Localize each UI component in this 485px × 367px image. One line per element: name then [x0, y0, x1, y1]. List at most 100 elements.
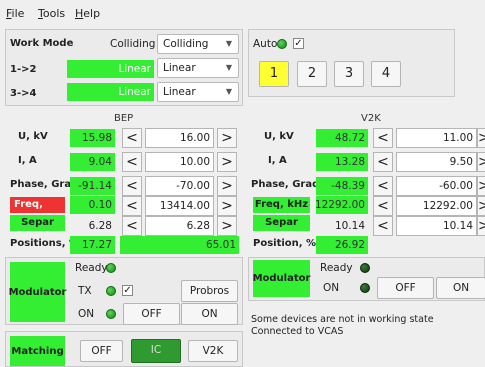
menu-bar: File Tools Help [0, 0, 485, 26]
status-line-1: Some devices are not in working state [251, 314, 434, 325]
v2k-modulator-label: Modulator [253, 260, 310, 297]
v2k-phase-value: -48.39 [316, 177, 368, 195]
v2k-separ-setpoint[interactable]: 10.14 [396, 216, 477, 236]
v2k-u-dec-button[interactable]: < [373, 128, 393, 148]
row1-combo[interactable]: Linear ▼ [157, 58, 239, 78]
bep-on-button[interactable]: ON [181, 303, 238, 325]
v2k-off-button[interactable]: OFF [377, 277, 434, 299]
bep-freq-inc-button[interactable]: > [217, 196, 237, 216]
work-mode-combo[interactable]: Colliding ▼ [157, 34, 239, 54]
bep-on-label: ON [78, 308, 95, 320]
v2k-phase-setpoint[interactable]: -60.00 [396, 176, 477, 196]
v2k-separ-label: Separ [253, 215, 310, 231]
bep-on-led-icon [106, 309, 116, 319]
v2k-u-value: 48.72 [316, 129, 368, 147]
bep-phase-inc-button[interactable]: > [217, 176, 237, 196]
auto-led-icon [277, 39, 287, 49]
bep-freq-dec-button[interactable]: < [122, 196, 142, 216]
bep-separ-inc-button[interactable]: > [217, 216, 237, 236]
row2-combo[interactable]: Linear ▼ [157, 82, 239, 102]
bep-modulator-label: Modulator [9, 262, 66, 322]
v2k-ready-label: Ready [320, 262, 353, 274]
auto-checkbox[interactable]: ✓ [293, 38, 304, 49]
matching-off-button[interactable]: OFF [80, 340, 123, 362]
bep-positions-bar: 65.01 [120, 236, 239, 254]
v2k-i-dec-button[interactable]: < [373, 152, 393, 172]
auto-button-3[interactable]: 3 [334, 61, 364, 87]
bep-freq-setpoint[interactable]: 13414.00 [145, 196, 214, 216]
v2k-phase-inc-button[interactable]: > [477, 176, 485, 196]
matching-ic-button[interactable]: IC [131, 339, 181, 363]
bep-ready-led-icon [106, 263, 116, 273]
bep-phase-value: -91.14 [70, 177, 115, 195]
v2k-freq-value: 12292.00 [315, 196, 368, 214]
bep-positions-label: Positions, % [10, 238, 80, 249]
v2k-u-setpoint[interactable]: 11.00 [396, 128, 477, 148]
menu-tools[interactable]: Tools [38, 7, 65, 20]
v2k-freq-label: Freq, kHz [253, 197, 310, 213]
bep-u-dec-button[interactable]: < [122, 128, 142, 148]
chevron-down-icon: ▼ [225, 63, 232, 72]
work-mode-label: Work Mode [10, 38, 74, 49]
v2k-i-setpoint[interactable]: 9.50 [396, 152, 477, 172]
chevron-down-icon: ▼ [225, 87, 232, 96]
probros-button[interactable]: Probros [181, 280, 238, 302]
bep-phase-label: Phase, Grad [10, 179, 79, 190]
bep-u-value: 15.98 [70, 129, 115, 147]
bep-i-setpoint[interactable]: 10.00 [145, 152, 214, 172]
v2k-position-label: Position, % [253, 238, 317, 249]
row1-label: 1->2 [10, 64, 37, 75]
v2k-separ-dec-button[interactable]: < [373, 216, 393, 236]
bep-tx-checkbox[interactable]: ✓ [122, 285, 133, 296]
v2k-separ-value: 10.14 [334, 220, 365, 232]
auto-button-4[interactable]: 4 [371, 61, 401, 87]
bep-ready-label: Ready [75, 262, 108, 274]
v2k-phase-dec-button[interactable]: < [373, 176, 393, 196]
v2k-i-value: 13.28 [316, 153, 368, 171]
bep-phase-setpoint[interactable]: -70.00 [145, 176, 214, 196]
v2k-on-button[interactable]: ON [436, 277, 485, 299]
auto-label: Auto [253, 38, 278, 50]
bep-freq-value: 0.10 [70, 196, 115, 214]
v2k-on-label: ON [323, 282, 340, 294]
row2-value: Linear [67, 83, 154, 101]
bep-separ-dec-button[interactable]: < [122, 216, 142, 236]
bep-u-label: U, kV [18, 131, 48, 142]
v2k-i-label: I, A [268, 155, 287, 166]
v2k-on-led-icon [360, 283, 370, 293]
bep-phase-dec-button[interactable]: < [122, 176, 142, 196]
status-line-2: Connected to VCAS [251, 326, 344, 337]
v2k-freq-inc-button[interactable]: > [477, 196, 485, 216]
v2k-freq-setpoint[interactable]: 12292.00 [396, 196, 477, 216]
bep-tx-led-icon [106, 286, 116, 296]
bep-off-button[interactable]: OFF [123, 303, 180, 325]
work-mode-text: Colliding [110, 38, 156, 50]
row1-value: Linear [67, 60, 154, 78]
bep-positions-value: 17.27 [70, 236, 115, 254]
v2k-i-inc-button[interactable]: > [477, 152, 485, 172]
menu-file[interactable]: File [6, 7, 24, 20]
menu-help[interactable]: Help [75, 7, 100, 20]
bep-tx-label: TX [78, 285, 92, 297]
v2k-phase-label: Phase, Grad [251, 179, 320, 190]
bep-i-dec-button[interactable]: < [122, 152, 142, 172]
bep-i-label: I, A [18, 155, 37, 166]
v2k-u-label: U, kV [264, 131, 294, 142]
bep-separ-setpoint[interactable]: 6.28 [145, 216, 214, 236]
matching-label: Matching [10, 336, 65, 366]
bep-title: BEP [114, 113, 134, 124]
bep-freq-label: Freq, kHz [10, 197, 65, 226]
bep-separ-value: 6.28 [88, 220, 112, 232]
auto-button-2[interactable]: 2 [297, 61, 327, 87]
bep-u-inc-button[interactable]: > [217, 128, 237, 148]
v2k-separ-inc-button[interactable]: > [477, 216, 485, 236]
bep-i-value: 9.04 [70, 153, 115, 171]
v2k-position-value: 26.92 [316, 236, 368, 254]
bep-i-inc-button[interactable]: > [217, 152, 237, 172]
row2-label: 3->4 [10, 88, 37, 99]
bep-u-setpoint[interactable]: 16.00 [145, 128, 214, 148]
auto-button-1[interactable]: 1 [259, 61, 289, 87]
v2k-freq-dec-button[interactable]: < [373, 196, 393, 216]
matching-v2k-button[interactable]: V2K [188, 340, 238, 362]
v2k-u-inc-button[interactable]: > [477, 128, 485, 148]
